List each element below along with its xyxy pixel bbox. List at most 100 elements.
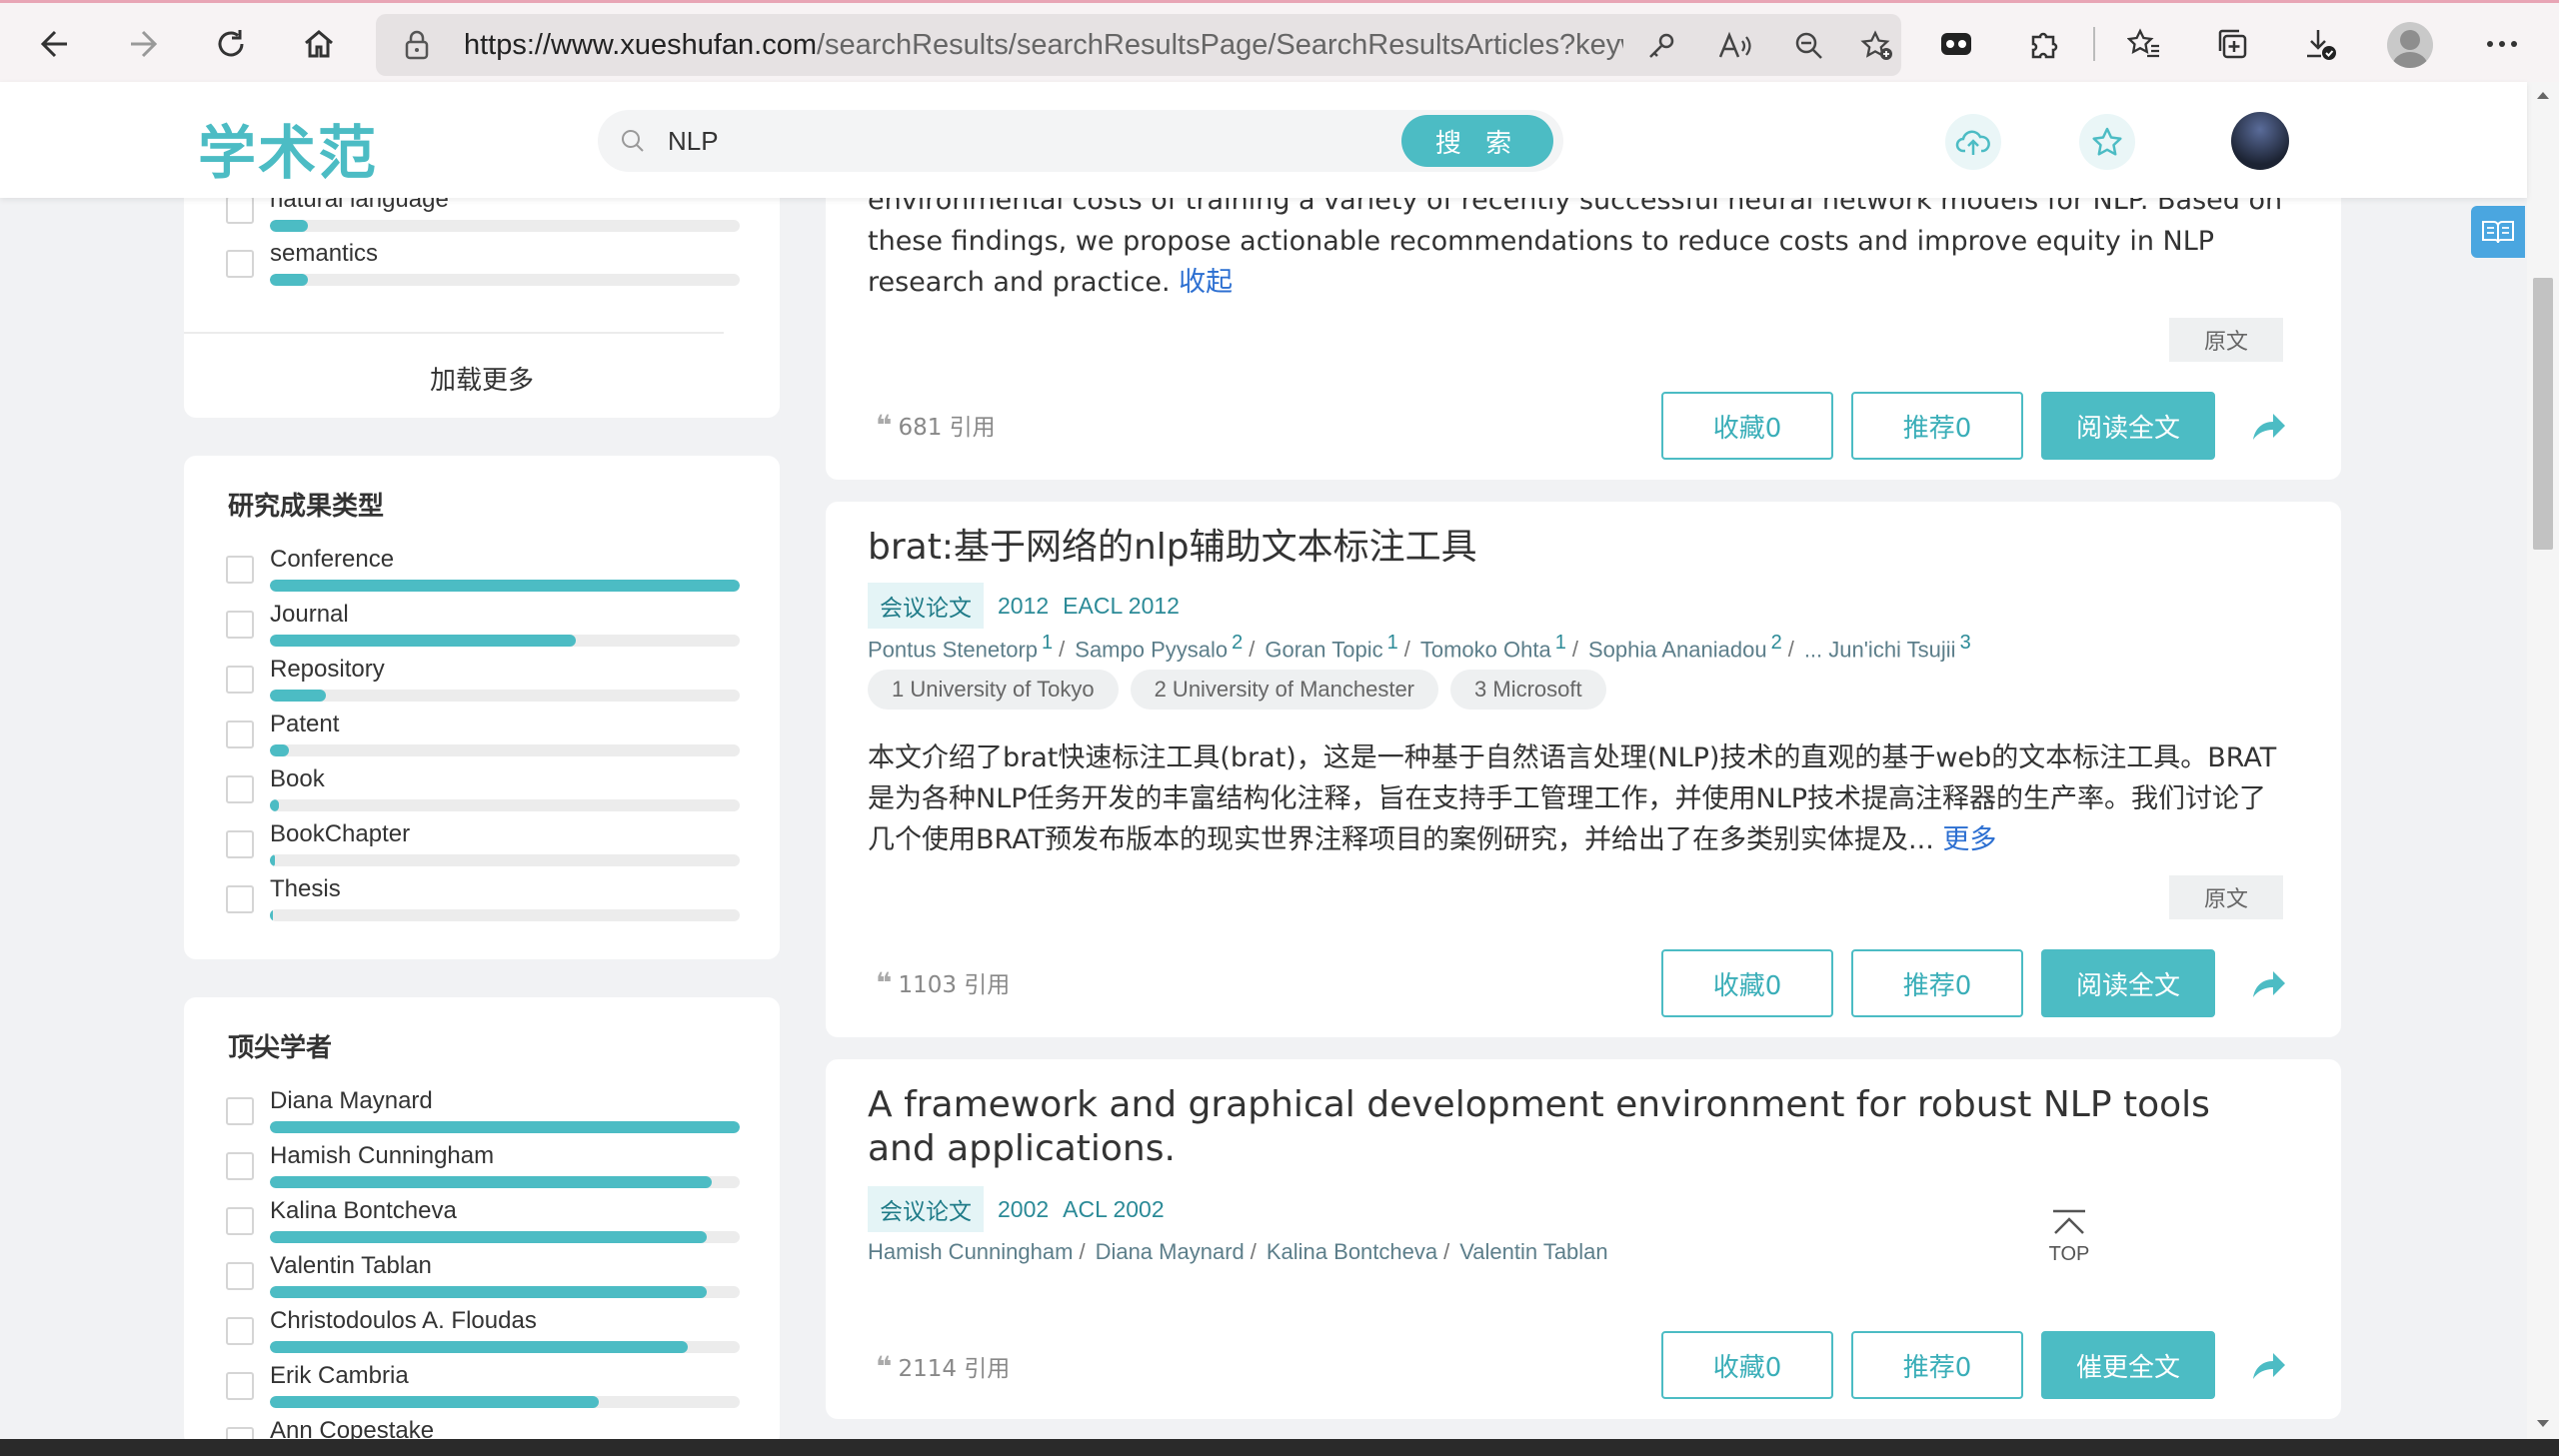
downloads-icon[interactable] [2295, 19, 2345, 69]
refresh-icon[interactable] [206, 19, 256, 69]
scroll-up-icon[interactable] [2536, 90, 2550, 100]
back-to-top-button[interactable]: TOP [2039, 1207, 2099, 1277]
author-link[interactable]: Kalina Bontcheva [1267, 1239, 1437, 1264]
author-link[interactable]: Diana Maynard [1096, 1239, 1245, 1264]
back-icon[interactable] [30, 19, 80, 69]
result-title[interactable]: A framework and graphical development en… [868, 1083, 2267, 1171]
share-icon[interactable] [2249, 406, 2289, 446]
facet-checkbox[interactable] [226, 1152, 254, 1180]
facet-checkbox[interactable] [226, 556, 254, 584]
original-text-button[interactable]: 原文 [2169, 318, 2283, 362]
author-link[interactable]: Sophia Ananiadou [1588, 637, 1767, 662]
recommend-button[interactable]: 推荐0 [1851, 949, 2023, 1017]
share-icon[interactable] [2249, 963, 2289, 1003]
home-icon[interactable] [294, 19, 344, 69]
result-venue[interactable]: ACL 2002 [1063, 1196, 1164, 1223]
forward-icon[interactable] [118, 19, 168, 69]
result-year: 2002 [998, 1195, 1050, 1222]
read-full-button[interactable]: 阅读全文 [2041, 949, 2215, 1017]
collect-button[interactable]: 收藏0 [1661, 1331, 1833, 1399]
zoom-out-icon[interactable] [1789, 28, 1829, 64]
collect-button[interactable]: 收藏0 [1661, 392, 1833, 460]
scroll-down-icon[interactable] [2536, 1419, 2550, 1429]
facet-type-patent[interactable]: Patent [226, 711, 740, 764]
facet-type-repository[interactable]: Repository [226, 656, 740, 710]
author-link[interactable]: Hamish Cunningham [868, 1239, 1073, 1264]
urge-full-text-button[interactable]: 催更全文 [2041, 1331, 2215, 1399]
read-aloud-icon[interactable] [1715, 28, 1755, 64]
org-chip[interactable]: 3 Microsoft [1450, 670, 1606, 710]
facet-type-bookchapter[interactable]: BookChapter [226, 820, 740, 874]
original-text-button[interactable]: 原文 [2169, 875, 2283, 919]
recommend-button[interactable]: 推荐0 [1851, 392, 2023, 460]
recommend-button[interactable]: 推荐0 [1851, 1331, 2023, 1399]
key-icon[interactable] [1641, 28, 1681, 64]
collections-icon[interactable] [2207, 19, 2257, 69]
facet-checkbox[interactable] [226, 250, 254, 278]
org-chip[interactable]: 1 University of Tokyo [868, 670, 1119, 710]
author-link[interactable]: Tomoko Ohta [1420, 637, 1551, 662]
profile-avatar-icon[interactable] [2387, 22, 2433, 68]
result-card: brat:基于网络的nlp辅助文本标注工具 会议论文 2012 EACL 201… [826, 502, 2341, 1037]
author-link[interactable]: Valentin Tablan [1459, 1239, 1607, 1264]
facet-scholar-hamish-cunningham[interactable]: Hamish Cunningham [226, 1142, 740, 1196]
facet-scholar-diana-maynard[interactable]: Diana Maynard [226, 1087, 740, 1141]
facet-checkbox[interactable] [226, 1317, 254, 1345]
facet-checkbox[interactable] [226, 196, 254, 224]
facet-type-book[interactable]: Book [226, 765, 740, 819]
facet-bar [270, 580, 740, 592]
read-full-button[interactable]: 阅读全文 [2041, 392, 2215, 460]
facet-checkbox[interactable] [226, 666, 254, 694]
facet-checkbox[interactable] [226, 775, 254, 803]
search-input[interactable] [668, 122, 1287, 160]
facet-type-thesis[interactable]: Thesis [226, 875, 740, 929]
extension-icon[interactable] [1931, 19, 1981, 69]
facet-checkbox[interactable] [226, 1097, 254, 1125]
favorite-star-icon[interactable] [2079, 114, 2135, 170]
org-chip[interactable]: 2 University of Manchester [1130, 670, 1439, 710]
url-text[interactable]: https://www.xueshufan.com/searchResults/… [464, 29, 1623, 62]
facet-bar [270, 690, 740, 702]
author-link[interactable]: ... Jun'ichi Tsujii [1804, 637, 1956, 662]
author-link[interactable]: Sampo Pyysalo [1075, 637, 1228, 662]
quote-icon: ❝ [876, 965, 893, 999]
facet-checkbox[interactable] [226, 721, 254, 748]
facet-scholar-kalina-bontcheva[interactable]: Kalina Bontcheva [226, 1197, 740, 1251]
user-avatar[interactable] [2231, 112, 2289, 170]
add-favorite-icon[interactable] [1857, 28, 1897, 64]
scrollbar-thumb[interactable] [2533, 278, 2553, 550]
author-link[interactable]: Pontus Stenetorp [868, 637, 1038, 662]
page-scrollbar[interactable] [2527, 82, 2559, 1439]
facet-type-conference[interactable]: Conference [226, 546, 740, 600]
load-more-button[interactable]: 加载更多 [184, 360, 780, 397]
facet-divider [184, 332, 724, 334]
share-icon[interactable] [2249, 1345, 2289, 1385]
facet-scholar-christodoulos-a-floudas[interactable]: Christodoulos A. Floudas [226, 1307, 740, 1361]
facet-scholar-valentin-tablan[interactable]: Valentin Tablan [226, 1252, 740, 1306]
collect-button[interactable]: 收藏0 [1661, 949, 1833, 1017]
result-venue[interactable]: EACL 2012 [1063, 593, 1180, 620]
search-button[interactable]: 搜 索 [1401, 115, 1553, 167]
facet-checkbox[interactable] [226, 830, 254, 858]
collapse-link[interactable]: 收起 [1179, 267, 1233, 298]
facet-checkbox[interactable] [226, 1372, 254, 1400]
favorites-icon[interactable] [2119, 19, 2169, 69]
reader-mode-icon[interactable] [2471, 206, 2525, 258]
address-bar[interactable]: https://www.xueshufan.com/searchResults/… [376, 14, 1901, 76]
facet-checkbox[interactable] [226, 1207, 254, 1235]
upload-cloud-icon[interactable] [1945, 114, 2001, 170]
facet-checkbox[interactable] [226, 611, 254, 639]
author-link[interactable]: Goran Topic [1265, 637, 1382, 662]
more-menu-icon[interactable] [2477, 19, 2527, 69]
more-link[interactable]: 更多 [1942, 824, 1996, 855]
facet-checkbox[interactable] [226, 885, 254, 913]
facet-scholar-erik-cambria[interactable]: Erik Cambria [226, 1362, 740, 1416]
site-logo[interactable]: 学术范 [198, 106, 378, 190]
facet-type-journal[interactable]: Journal [226, 601, 740, 655]
puzzle-icon[interactable] [2019, 19, 2069, 69]
lock-icon[interactable] [404, 30, 430, 60]
result-title[interactable]: brat:基于网络的nlp辅助文本标注工具 [868, 526, 2267, 570]
author-separator: / [1250, 1239, 1257, 1264]
facet-checkbox[interactable] [226, 1262, 254, 1290]
facet-item-semantics[interactable]: semantics [226, 240, 740, 294]
